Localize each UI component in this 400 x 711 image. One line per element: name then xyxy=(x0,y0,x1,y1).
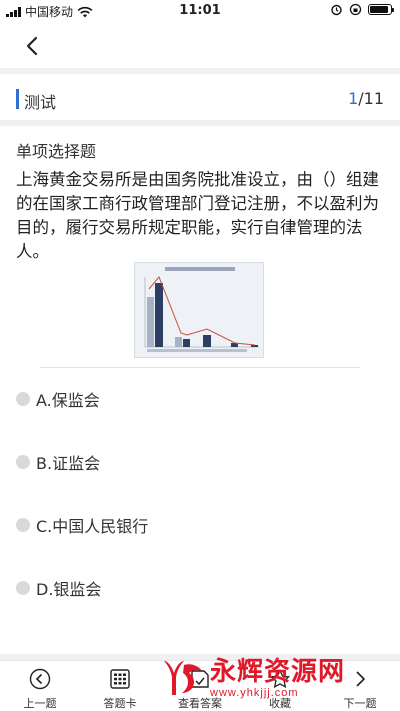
prev-question-label: 上一题 xyxy=(23,697,57,710)
answer-card-label: 答题卡 xyxy=(103,697,137,710)
option-label: D.银监会 xyxy=(36,580,102,599)
chart-thumbnail-picture xyxy=(135,263,263,357)
question-divider xyxy=(40,367,360,368)
view-answer-label: 查看答案 xyxy=(178,697,222,710)
radio-icon[interactable] xyxy=(16,518,30,532)
radio-icon[interactable] xyxy=(16,392,30,406)
back-button[interactable] xyxy=(18,32,46,60)
divider-band xyxy=(0,68,400,74)
section-title: 测试 xyxy=(24,93,57,112)
favorite-label: 收藏 xyxy=(269,697,291,710)
chevron-left-icon xyxy=(26,36,38,56)
option-label: B.证监会 xyxy=(36,454,101,473)
bottom-toolbar: 上一题 答题卡 查看答案 收藏 下一题 xyxy=(0,660,400,711)
next-icon xyxy=(348,667,372,691)
section-header: 测试 1/11 xyxy=(0,80,400,120)
next-question-button[interactable]: 下一题 xyxy=(320,661,400,711)
status-bar: 中国移动 11:01 xyxy=(0,0,400,22)
battery-icon xyxy=(368,4,394,15)
option-label: A.保监会 xyxy=(36,391,100,410)
favorite-button[interactable]: 收藏 xyxy=(240,661,320,711)
favorite-icon xyxy=(268,667,292,691)
nav-bar xyxy=(0,22,400,68)
option-d[interactable]: D.银监会 xyxy=(16,571,386,605)
option-label: C.中国人民银行 xyxy=(36,517,149,536)
alarm-icon xyxy=(331,4,342,16)
answer-card-button[interactable]: 答题卡 xyxy=(80,661,160,711)
radio-icon[interactable] xyxy=(16,581,30,595)
view-answer-icon xyxy=(188,667,212,691)
progress-current: 1 xyxy=(348,89,359,108)
question-image[interactable] xyxy=(134,262,264,358)
prev-circle-icon xyxy=(28,667,52,691)
option-a[interactable]: A.保监会 xyxy=(16,382,386,416)
next-question-label: 下一题 xyxy=(343,697,377,710)
question-type: 单项选择题 xyxy=(16,142,97,161)
option-c[interactable]: C.中国人民银行 xyxy=(16,508,386,542)
answer-card-icon xyxy=(108,667,132,691)
view-answer-button[interactable]: 查看答案 xyxy=(160,661,240,711)
progress-total: /11 xyxy=(358,89,384,108)
divider-band xyxy=(0,120,400,126)
question-text: 上海黄金交易所是由国务院批准设立，由（）组建的在国家工商行政管理部门登记注册，不… xyxy=(16,170,379,261)
question-progress: 1/11 xyxy=(348,89,384,108)
option-b[interactable]: B.证监会 xyxy=(16,445,386,479)
section-accent xyxy=(16,89,19,109)
status-right xyxy=(330,3,394,16)
radio-icon[interactable] xyxy=(16,455,30,469)
rotation-lock-icon xyxy=(349,3,362,16)
prev-question-button[interactable]: 上一题 xyxy=(0,661,80,711)
